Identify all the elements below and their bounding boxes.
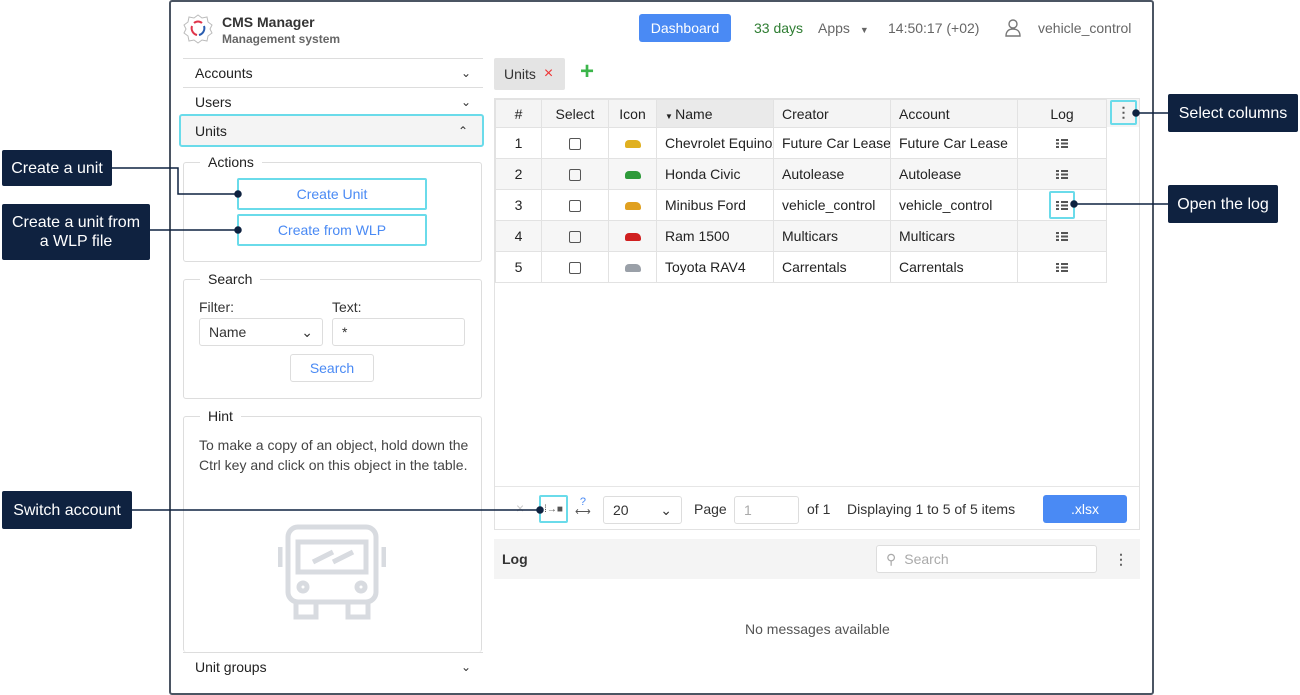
callout-create-unit: Create a unit xyxy=(2,150,112,186)
callout-create-wlp: Create a unit from a WLP file xyxy=(2,204,150,260)
callout-open-log: Open the log xyxy=(1168,185,1278,223)
callout-lines xyxy=(112,109,1168,514)
callout-switch-account: Switch account xyxy=(2,491,132,529)
callout-select-columns: Select columns xyxy=(1168,94,1298,132)
